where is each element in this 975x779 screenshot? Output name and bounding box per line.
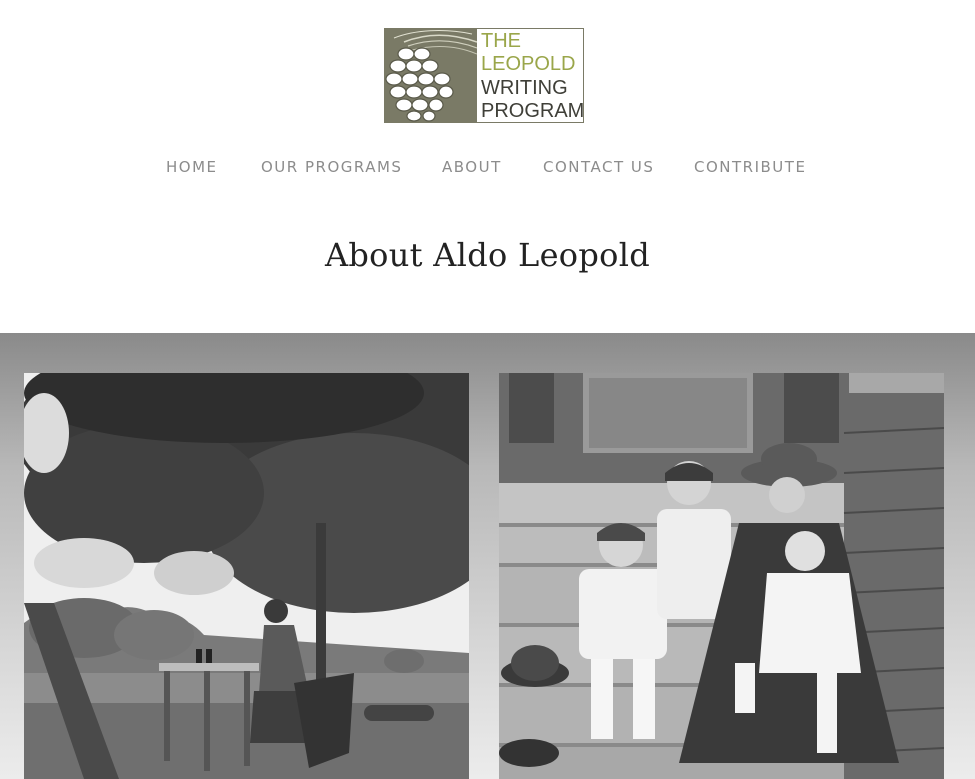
nav-item-contact-us[interactable]: CONTACT US xyxy=(543,158,654,176)
site-logo[interactable]: THE LEOPOLD WRITING PROGRAM xyxy=(384,28,584,123)
page-title: About Aldo Leopold xyxy=(324,236,651,274)
nav-item-about[interactable]: ABOUT xyxy=(442,158,502,176)
photo-leopold-writing-under-tree xyxy=(24,373,469,779)
logo-line-3: WRITING xyxy=(481,76,568,99)
logo-line-2: LEOPOLD xyxy=(481,53,576,76)
logo-line-4: PROGRAM xyxy=(481,99,585,122)
logo-line-1: THE xyxy=(481,30,521,52)
nav-item-home[interactable]: HOME xyxy=(166,158,218,176)
logo-wordmark: THE LEOPOLD WRITING PROGRAM xyxy=(477,28,584,123)
pinecone-icon xyxy=(384,28,477,123)
main-nav: HOME OUR PROGRAMS ABOUT CONTACT US CONTR… xyxy=(0,158,975,178)
nav-item-contribute[interactable]: CONTRIBUTE xyxy=(694,158,806,176)
nav-item-our-programs[interactable]: OUR PROGRAMS xyxy=(261,158,402,176)
photo-family-on-porch-steps xyxy=(499,373,944,779)
photo-gallery xyxy=(0,333,975,779)
